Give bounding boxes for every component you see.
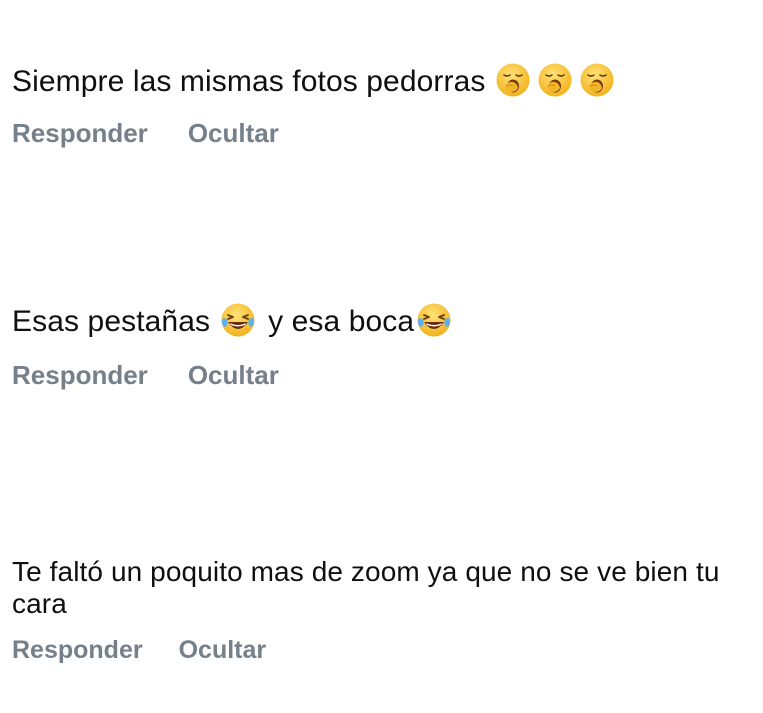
comment-item: Esas pestañas y esa boca Responder Ocult…	[12, 302, 752, 391]
reply-button[interactable]: Responder	[12, 636, 143, 665]
comment-actions: Responder Ocultar	[12, 636, 752, 665]
comment-item: Te faltó un poquito mas de zoom ya que n…	[12, 556, 752, 665]
comment-text-part2: y esa boca	[268, 305, 415, 339]
comment-text: Te faltó un poquito mas de zoom ya que n…	[12, 556, 720, 619]
comment-text-row: Esas pestañas y esa boca	[12, 302, 752, 340]
hide-button[interactable]: Ocultar	[188, 360, 279, 391]
yawning-face-icon	[495, 62, 531, 98]
comment-actions: Responder Ocultar	[12, 118, 752, 149]
laughing-tears-face-icon	[416, 302, 452, 338]
yawning-face-icon	[579, 62, 615, 98]
comment-text-part1: Esas pestañas	[12, 305, 211, 339]
reply-button[interactable]: Responder	[12, 360, 148, 391]
hide-button[interactable]: Ocultar	[179, 636, 267, 665]
comment-actions: Responder Ocultar	[12, 360, 752, 391]
reply-button[interactable]: Responder	[12, 118, 148, 149]
comments-screen: Siempre las mismas fotos pedorras Respon…	[0, 0, 763, 713]
comment-text: Siempre las mismas fotos pedorras	[12, 65, 486, 99]
yawning-face-icon	[537, 62, 573, 98]
comment-text-row: Siempre las mismas fotos pedorras	[12, 62, 752, 100]
laughing-tears-face-icon	[220, 302, 256, 338]
hide-button[interactable]: Ocultar	[188, 118, 279, 149]
comment-item: Siempre las mismas fotos pedorras Respon…	[12, 62, 752, 149]
